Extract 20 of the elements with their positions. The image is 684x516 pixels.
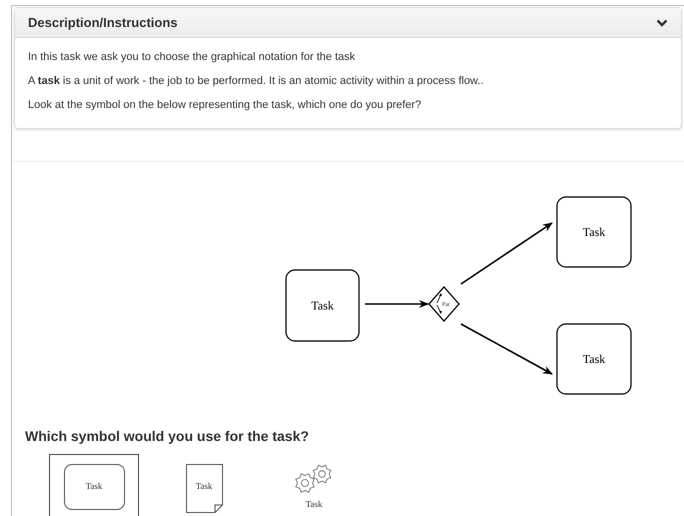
node-label: Task [582, 352, 606, 366]
symbol-label: Task [86, 480, 102, 494]
instruction-text: A task is a unit of work - the job to be performed. It is an atomic activity within a process flow.. [28, 74, 485, 88]
instruction-text: In this task we ask you to choose the graphical notation for the task [28, 50, 356, 64]
symbol-label: Task [306, 498, 322, 511]
flow-arrow [365, 300, 429, 308]
question-heading: Which symbol would you use for the task? [25, 427, 310, 446]
node-label: Task [311, 298, 334, 312]
symbol-label: Task [194, 480, 214, 493]
chevron-icon[interactable] [656, 18, 668, 26]
gateway-node [428, 286, 460, 322]
panel-header[interactable]: Description/Instructions [15, 8, 681, 38]
gateway-arrows-icon [436, 293, 442, 314]
instruction-text: Look at the symbol on the below representing the task, which one do you prefer? [28, 98, 422, 112]
symbol-option[interactable]: Task [49, 454, 139, 516]
page-symbol-icon [186, 464, 222, 513]
panel-title: Description/Instructions [28, 14, 178, 32]
node-label: Task [582, 225, 606, 239]
symbol-option[interactable]: Task [159, 454, 249, 516]
symbol-option[interactable]: Task [269, 454, 359, 516]
